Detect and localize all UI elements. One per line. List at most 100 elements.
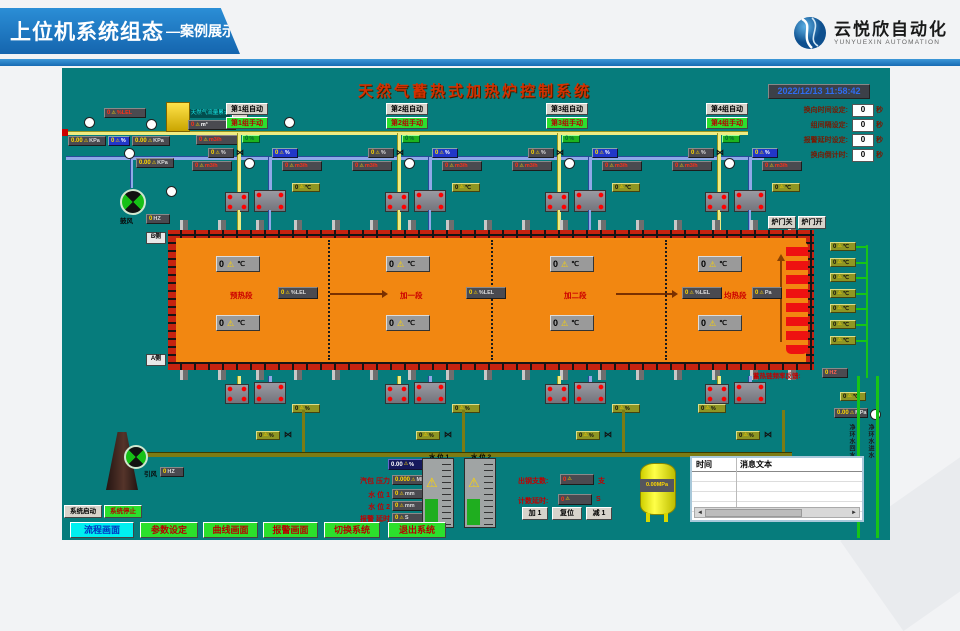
regen-stub [856, 277, 866, 279]
system-start-button[interactable]: 系统启动 [64, 505, 102, 518]
nav-switch-system[interactable]: 切换系统 [324, 522, 380, 538]
pressure-pa-display: 0⚠Pa [752, 287, 782, 299]
gauge-valve-icon [124, 148, 135, 159]
zone-divider [491, 240, 493, 360]
scroll-right-icon[interactable]: ► [851, 510, 859, 516]
nav-curve-screen[interactable]: 曲线画面 [203, 522, 258, 538]
regen-stub [856, 308, 866, 310]
warning-icon: ⚠ [263, 433, 267, 438]
warning-icon: ⚠ [411, 478, 415, 483]
air-flow-display: 0⚠m3/h [282, 161, 322, 171]
valve-box [225, 192, 249, 212]
exhaust-pct-display: 0⚠% [736, 431, 760, 440]
valve-box [574, 190, 606, 212]
regen-stub [856, 262, 866, 264]
table-row[interactable] [692, 492, 862, 502]
nav-process-screen[interactable]: 流程画面 [70, 522, 134, 538]
count-reset-button[interactable]: 复位 [552, 507, 582, 520]
blower-freq-display: 0HZ [146, 214, 170, 224]
warning-icon: ⚠ [837, 306, 841, 311]
door-close-button[interactable]: 炉门关 [768, 216, 796, 229]
warning-icon: ⚠ [837, 291, 841, 296]
table-row[interactable] [692, 472, 862, 482]
warning-icon: ⚠ [279, 151, 283, 156]
group-auto-button[interactable]: 第1组自动 [226, 103, 268, 115]
lel-display: 0⚠%LEL [104, 108, 146, 118]
air-branch-pipe [130, 159, 133, 188]
nav-parameter-setting[interactable]: 参数设定 [140, 522, 198, 538]
group-auto-button[interactable]: 第2组自动 [386, 103, 428, 115]
warning-icon: ⚠ [769, 164, 773, 169]
gas-pct-display: 0⚠% [368, 148, 394, 158]
door-open-button[interactable]: 炉门开 [798, 216, 826, 229]
warning-icon: ⚠ [152, 161, 156, 166]
valve-box [705, 192, 729, 212]
warning-icon: ⚠ [399, 516, 403, 521]
scroll-left-icon[interactable]: ◄ [695, 510, 703, 516]
warning-icon: ⚠ [375, 151, 379, 156]
group-auto-button[interactable]: 第3组自动 [546, 103, 588, 115]
gas-filter-device [166, 102, 190, 132]
exhaust-drop-pipe [622, 410, 625, 454]
gauge-valve-icon [564, 158, 575, 169]
warning-icon: ⚠ [299, 185, 303, 190]
setting-input[interactable]: 0 [852, 149, 874, 162]
zone-temp-display: 0⚠℃ [772, 183, 800, 192]
exhaust-group-1: 0⚠% 0⚠% ⋈ [192, 376, 332, 456]
scrollbar-thumb[interactable] [705, 509, 802, 517]
air-zone-pipe [268, 157, 272, 192]
group-auto-button[interactable]: 第4组自动 [706, 103, 748, 115]
nav-exit-system[interactable]: 退出系统 [388, 522, 446, 538]
zone-temp-display: 0⚠℃ [292, 183, 320, 192]
setting-input[interactable]: 0 [852, 104, 874, 117]
warning-icon: ⚠ [423, 433, 427, 438]
setting-input[interactable]: 0 [852, 134, 874, 147]
warning-icon: ⚠ [709, 262, 716, 267]
warning-icon: ⚠ [837, 338, 841, 343]
warning-icon: ⚠ [679, 164, 683, 169]
furnace-temp-display: 0⚠℃ [386, 315, 430, 331]
setting-input[interactable]: 0 [852, 119, 874, 132]
warning-icon: ⚠ [709, 321, 716, 326]
warning-icon: ⚠ [565, 497, 569, 502]
count-sub-button[interactable]: 减 1 [586, 507, 612, 520]
air-pct-display: 0⚠% [752, 148, 778, 158]
furnace-body [168, 230, 814, 370]
count-add-button[interactable]: 加 1 [522, 507, 548, 520]
group-manual-button[interactable]: 第1组手动 [226, 117, 268, 129]
company-logo: 云悦欣自动化 YUNYUEXIN AUTOMATION [792, 12, 948, 54]
table-scrollbar[interactable]: ◄ ► [694, 507, 860, 518]
scada-title: 天然气蓄热式加热炉控制系统 [330, 80, 620, 101]
warning-icon: ⚠ [519, 164, 523, 169]
water-supply-pipe [876, 376, 879, 538]
butterfly-valve-icon: ⋈ [556, 149, 564, 157]
nav-alarm-screen[interactable]: 报警画面 [263, 522, 318, 538]
message-table: 时间消息文本 ◄ ► [690, 456, 864, 522]
exhaust-pct-display: 0⚠% [576, 431, 600, 440]
warning-icon: ⚠ [399, 504, 403, 509]
warning-icon: ⚠ [439, 151, 443, 156]
logo-text-cn: 云悦欣自动化 [834, 20, 948, 39]
tank-leg [664, 513, 668, 522]
air-flow-display: 0⚠m3/h [602, 161, 642, 171]
warning-icon: ⚠ [837, 275, 841, 280]
regen-temp-display: 0⚠℃ [830, 336, 856, 345]
section-name: 均热段 [724, 290, 747, 301]
gas-flow-display: 0⚠m3/h [352, 161, 392, 171]
drum-pressure-label: 汽包 压力 [342, 476, 390, 486]
table-row[interactable] [692, 482, 862, 492]
air-zone-pipe [748, 157, 752, 192]
material-flow-arrow [330, 293, 386, 295]
regen-stub [856, 340, 866, 342]
group-manual-button[interactable]: 第2组手动 [386, 117, 428, 129]
section-name: 加二段 [564, 290, 587, 301]
group-manual-button[interactable]: 第4组手动 [706, 117, 748, 129]
zone-temp-display: 0⚠℃ [452, 183, 480, 192]
group-manual-button[interactable]: 第3组手动 [546, 117, 588, 129]
header-divider [0, 59, 960, 66]
system-stop-button[interactable]: 系统停止 [104, 505, 142, 518]
warning-icon: ⚠ [473, 291, 477, 296]
water-supply-label: 净环水进水 [866, 424, 875, 480]
flow-direction-arrow [780, 256, 782, 342]
warning-icon: ⚠ [567, 477, 571, 482]
